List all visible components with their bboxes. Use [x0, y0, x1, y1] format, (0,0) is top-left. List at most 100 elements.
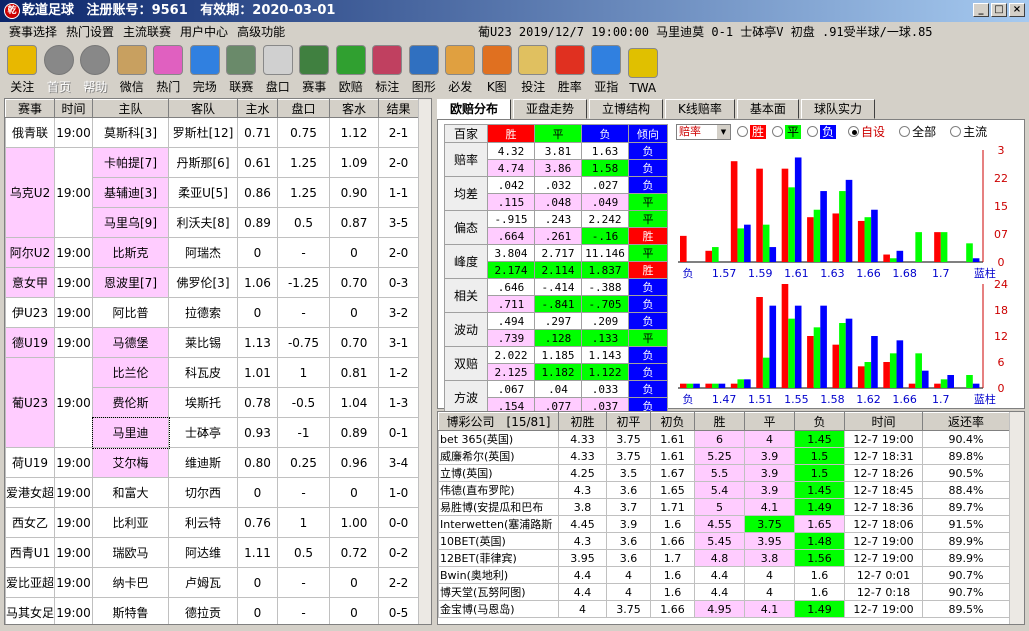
- must-button[interactable]: 必发: [442, 44, 479, 97]
- hw-cell: 0: [237, 567, 278, 598]
- match-row[interactable]: 意女甲 19:00 恩波里[7] 佛罗伦[3] 1.06 -1.25 0.70 0-3: [5, 267, 419, 298]
- match-row[interactable]: 西青U1 19:00 瑞欧马 阿达维 1.11 0.5 0.72 0-2: [5, 537, 419, 568]
- company-header-cell[interactable]: 返还率: [922, 412, 1010, 431]
- mainstream-radio[interactable]: [950, 126, 962, 137]
- custom-radio[interactable]: [848, 126, 860, 137]
- close-button[interactable]: ×: [1009, 3, 1025, 17]
- schedule-button[interactable]: 赛事: [296, 44, 333, 97]
- home-team-cell[interactable]: 卡帕提[7]: [92, 147, 169, 178]
- all-radio[interactable]: [899, 126, 911, 137]
- match-row[interactable]: 葡U23 19:00 比兰伦 科瓦皮 1.01 1 0.81 1-2: [5, 357, 419, 448]
- column-header[interactable]: 主水: [237, 99, 278, 118]
- column-header[interactable]: 客队: [168, 99, 238, 118]
- mark-button[interactable]: 标注: [369, 44, 406, 97]
- home-team-cell[interactable]: 马德堡: [92, 327, 169, 358]
- tab-1[interactable]: 亚盘走势: [513, 99, 588, 119]
- company-row[interactable]: 12BET(菲律宾) 3.95 3.6 1.7 4.8 3.8 1.56 12-7 19:00…: [438, 549, 1010, 567]
- company-header-cell[interactable]: 时间: [844, 412, 923, 431]
- tab-3[interactable]: K线赔率: [665, 99, 735, 119]
- home-team-cell[interactable]: 纳卡巴: [92, 567, 169, 598]
- match-row[interactable]: 乌克U2 19:00 卡帕提[7] 丹斯那[6] 0.61 1.25 1.09 2-0: [5, 147, 419, 238]
- menu-item-0[interactable]: 赛事选择: [9, 25, 57, 39]
- home-team-cell[interactable]: 阿比普: [92, 297, 169, 328]
- match-row[interactable]: 阿尔U2 19:00 比斯克 阿瑞杰 0-0 2-0: [5, 237, 419, 268]
- menu-item-2[interactable]: 主流联赛: [123, 25, 171, 39]
- help-button[interactable]: 帮助: [77, 44, 114, 97]
- company-row[interactable]: 金宝博(马恩岛) 4 3.75 1.66 4.95 4.1 1.49 12-7 19:00 89…: [438, 600, 1010, 618]
- home-team-cell[interactable]: 瑞欧马: [92, 537, 169, 568]
- home-team-cell[interactable]: 恩波里[7]: [92, 267, 169, 298]
- column-header[interactable]: 结果: [378, 99, 419, 118]
- company-table-scrollbar[interactable]: [1009, 412, 1024, 624]
- company-header-cell[interactable]: 平: [744, 412, 795, 431]
- home-team-cell[interactable]: 斯特鲁: [92, 597, 169, 624]
- bet-button[interactable]: 投注: [515, 44, 552, 97]
- column-header[interactable]: 时间: [54, 99, 93, 118]
- handicap-button[interactable]: 盘口: [260, 44, 297, 97]
- company-header-cell[interactable]: 博彩公司 [15/81]: [438, 412, 559, 431]
- tab-0[interactable]: 欧赔分布: [437, 99, 512, 120]
- home-team-cell[interactable]: 比兰伦: [92, 357, 169, 388]
- match-row[interactable]: 马其女足 19:00 斯特鲁 德拉贡 0-0 0-5: [5, 597, 419, 624]
- match-row[interactable]: 伊U23 19:00 阿比普 拉德索 0-0 3-2: [5, 297, 419, 328]
- hot-button[interactable]: 热门: [150, 44, 187, 97]
- column-header[interactable]: 赛事: [5, 99, 55, 118]
- home-team-cell[interactable]: 比斯克: [92, 237, 169, 268]
- metric-select[interactable]: 赔率: [676, 123, 731, 140]
- column-header[interactable]: 客水: [329, 99, 379, 118]
- home-team-cell[interactable]: 比利亚: [92, 507, 169, 538]
- home-button[interactable]: 首页: [41, 44, 78, 97]
- finished-button[interactable]: 完场: [187, 44, 224, 97]
- twa-button[interactable]: TWA: [625, 44, 662, 97]
- home-team-cell[interactable]: 马里迪: [91, 416, 170, 449]
- column-header[interactable]: 盘口: [277, 99, 330, 118]
- home-team-cell[interactable]: 莫斯科[3]: [92, 117, 169, 148]
- menu-item-1[interactable]: 热门设置: [66, 25, 114, 39]
- draw-checkbox[interactable]: [772, 126, 784, 137]
- company-row[interactable]: 威廉希尔(英国) 4.33 3.75 1.61 5.25 3.9 1.5 12-7 18:31…: [438, 447, 1010, 465]
- match-row[interactable]: 荷U19 19:00 艾尔梅 维迪斯 0.80 0.25 0.96 3-4: [5, 447, 419, 478]
- home-team-cell[interactable]: 马里乌[9]: [92, 207, 169, 238]
- match-row[interactable]: 德U19 19:00 马德堡 莱比锡 1.13 -0.75 0.70 3-1: [5, 327, 419, 358]
- menu-item-3[interactable]: 用户中心: [180, 25, 228, 39]
- wechat-button[interactable]: 微信: [114, 44, 151, 97]
- kchart-button[interactable]: K图: [479, 44, 516, 97]
- match-list-scrollbar[interactable]: [418, 99, 431, 624]
- europe-button[interactable]: 欧赔: [333, 44, 370, 97]
- lose-checkbox[interactable]: [807, 126, 819, 137]
- menu-item-4[interactable]: 高级功能: [237, 25, 285, 39]
- home-team-cell[interactable]: 费伦斯: [92, 387, 169, 418]
- tab-4[interactable]: 基本面: [736, 99, 799, 119]
- company-header-cell[interactable]: 初胜: [558, 412, 607, 431]
- asia-button[interactable]: 亚指: [588, 44, 625, 97]
- win-checkbox[interactable]: [737, 126, 748, 137]
- company-row[interactable]: Interwetten(塞浦路斯 4.45 3.9 1.6 4.55 3.75 1.65 12…: [438, 515, 1010, 533]
- match-row[interactable]: 爱比亚超 19:00 纳卡巴 卢姆瓦 0-0 2-2: [5, 567, 419, 598]
- winrate-button[interactable]: 胜率: [552, 44, 589, 97]
- match-row[interactable]: 西女乙 19:00 比利亚 利云特 0.76 1 1.00 0-0: [5, 507, 419, 538]
- tab-5[interactable]: 球队实力: [800, 99, 875, 119]
- company-row[interactable]: 伟德(直布罗陀) 4.3 3.6 1.65 5.4 3.9 1.45 12-7 18:45 88…: [438, 481, 1010, 499]
- home-team-cell[interactable]: 艾尔梅: [92, 447, 169, 478]
- company-header-cell[interactable]: 初平: [606, 412, 651, 431]
- company-row[interactable]: 10BET(英国) 4.3 3.6 1.66 5.45 3.95 1.48 12-7 19:0…: [438, 532, 1010, 550]
- league-button[interactable]: 联赛: [223, 44, 260, 97]
- company-row[interactable]: 博天堂(瓦努阿图) 4.4 4 1.6 4.4 4 1.6 12-7 0:18 90.7%: [438, 583, 1010, 601]
- company-row[interactable]: 立博(英国) 4.25 3.5 1.67 5.5 3.9 1.5 12-7 18:26 90.5…: [438, 464, 1010, 482]
- graph-button[interactable]: 图形: [406, 44, 443, 97]
- home-team-cell[interactable]: 和富大: [92, 477, 169, 508]
- company-row[interactable]: 易胜博(安提瓜和巴布 3.8 3.7 1.71 5 4.1 1.49 12-7 18:36 89…: [438, 498, 1010, 516]
- company-header-cell[interactable]: 初负: [650, 412, 695, 431]
- maximize-button[interactable]: □: [991, 3, 1007, 17]
- minimize-button[interactable]: _: [973, 3, 989, 17]
- home-team-cell[interactable]: 基辅迪[3]: [92, 177, 169, 208]
- tab-2[interactable]: 立博结构: [589, 99, 664, 119]
- company-header-cell[interactable]: 负: [794, 412, 845, 431]
- column-header[interactable]: 主队: [92, 99, 169, 118]
- company-row[interactable]: Bwin(奥地利) 4.4 4 1.6 4.4 4 1.6 12-7 0:01 90.7%: [438, 566, 1010, 584]
- company-header-cell[interactable]: 胜: [694, 412, 745, 431]
- company-row[interactable]: bet 365(英国) 4.33 3.75 1.61 6 4 1.45 12-7 19:00 9…: [438, 430, 1010, 448]
- match-row[interactable]: 俄青联 19:00 莫斯科[3] 罗斯杜[12] 0.71 0.75 1.12 2-1: [5, 117, 419, 148]
- follow-button[interactable]: 关注: [4, 44, 41, 97]
- match-row[interactable]: 爱港女超 19:00 和富大 切尔西 0-0 1-0: [5, 477, 419, 508]
